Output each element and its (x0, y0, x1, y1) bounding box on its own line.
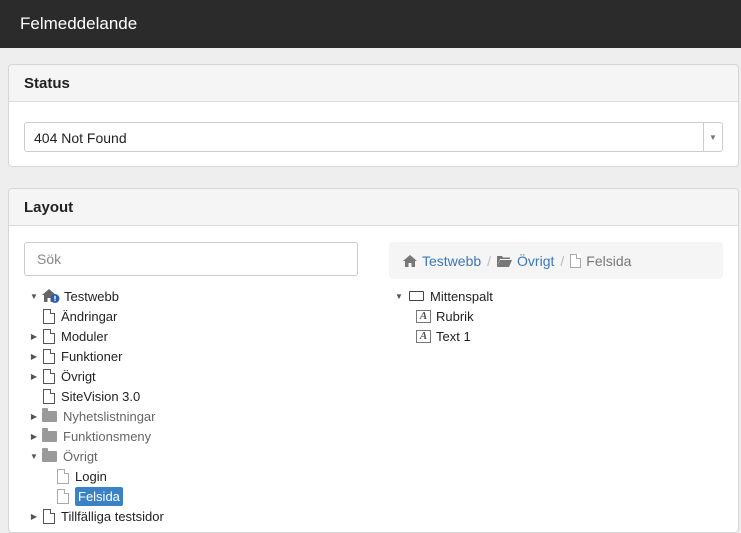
caret-down-icon[interactable]: ▼ (29, 292, 39, 301)
tree-item[interactable]: ▶ Nyhetslistningar (29, 406, 369, 426)
page-icon (43, 328, 55, 344)
tree-item[interactable]: ▶ Övrigt (29, 366, 369, 386)
page-icon (43, 388, 55, 404)
home-icon (403, 254, 417, 267)
tree-item-label: Nyhetslistningar (63, 408, 156, 424)
folder-icon (42, 447, 57, 462)
breadcrumb-separator: / (487, 252, 492, 269)
search-input[interactable] (24, 242, 358, 276)
tree-item-label: Övrigt (63, 448, 98, 464)
module-label: Rubrik (436, 308, 474, 324)
caret-right-icon[interactable]: ▶ (29, 512, 39, 521)
caret-down-icon[interactable]: ▼ (29, 452, 39, 461)
tree-item[interactable]: ▼ Testwebb (29, 286, 369, 306)
folder-icon (42, 427, 57, 442)
tree-item[interactable]: SiteVision 3.0 (29, 386, 369, 406)
breadcrumb: Testwebb / Övrigt / Felsida (389, 242, 723, 279)
text-module-icon: A (416, 329, 431, 343)
tree-item[interactable]: ▶ Moduler (29, 326, 369, 346)
tree-item[interactable]: ▶ Funktioner (29, 346, 369, 366)
caret-down-icon[interactable]: ▼ (394, 292, 404, 301)
breadcrumb-current: Felsida (570, 253, 631, 269)
caret-right-icon[interactable]: ▶ (29, 412, 39, 421)
page-icon (43, 308, 55, 324)
status-select[interactable]: 404 Not Found ▼ (24, 122, 723, 152)
status-panel: Status 404 Not Found ▼ (8, 64, 739, 167)
tree-item-label: Testwebb (64, 288, 119, 304)
home-icon (42, 289, 60, 303)
layout-panel: Layout ▼ Testwebb Ändringar ▶ Moduler ▶ Funkti… (8, 188, 739, 533)
tree-item-label: Ändringar (61, 308, 118, 324)
page-icon (43, 368, 55, 384)
status-select-value: 404 Not Found (34, 130, 127, 146)
content-area-row[interactable]: ▼ Mittenspalt (394, 286, 724, 306)
breadcrumb-item-testwebb[interactable]: Testwebb (403, 253, 481, 269)
window-title: Felmeddelande (20, 14, 138, 33)
tree-item[interactable]: ▼ Övrigt (29, 446, 369, 466)
tree-item-label: SiteVision 3.0 (61, 388, 141, 404)
folder-open-icon (497, 255, 513, 267)
text-module-icon: A (416, 309, 431, 323)
breadcrumb-separator: / (560, 252, 565, 269)
caret-right-icon[interactable]: ▶ (29, 352, 39, 361)
layout-heading: Layout (9, 189, 738, 226)
tree-item[interactable]: Ändringar (29, 306, 369, 326)
site-tree: ▼ Testwebb Ändringar ▶ Moduler ▶ Funktioner ▶ Öv… (29, 286, 369, 526)
tree-item-label: Funktioner (61, 348, 123, 364)
tree-item-label: Övrigt (61, 368, 96, 384)
caret-right-icon[interactable]: ▶ (29, 332, 39, 341)
tree-item[interactable]: Login (29, 466, 369, 486)
folder-icon (42, 407, 57, 422)
status-heading: Status (9, 65, 738, 102)
page-icon (43, 508, 55, 524)
tree-item-label: Funktionsmeny (63, 428, 152, 444)
breadcrumb-item-ovrigt[interactable]: Övrigt (497, 253, 554, 269)
content-area-label: Mittenspalt (430, 288, 493, 304)
module-row[interactable]: A Text 1 (394, 326, 724, 346)
caret-right-icon[interactable]: ▶ (29, 432, 39, 441)
page-icon (57, 488, 69, 504)
tree-item[interactable]: ▶ Tillfälliga testsidor (29, 506, 369, 526)
tree-item-label: Tillfälliga testsidor (61, 508, 164, 524)
page-icon (570, 253, 582, 268)
tree-item[interactable]: ▶ Funktionsmeny (29, 426, 369, 446)
tree-item-label: Moduler (61, 328, 108, 344)
page-icon (57, 468, 69, 484)
tree-item[interactable]: Felsida (29, 486, 369, 506)
module-label: Text 1 (436, 328, 471, 344)
caret-right-icon[interactable]: ▶ (29, 372, 39, 381)
content-area-icon (409, 291, 424, 301)
tree-item-label: Felsida (75, 486, 123, 506)
tree-item-label: Login (75, 468, 107, 484)
chevron-down-icon[interactable]: ▼ (703, 123, 722, 151)
page-icon (43, 348, 55, 364)
module-row[interactable]: A Rubrik (394, 306, 724, 326)
app-titlebar: Felmeddelande (0, 0, 741, 48)
page-content-tree: ▼ Mittenspalt A Rubrik A Text 1 (394, 286, 724, 346)
